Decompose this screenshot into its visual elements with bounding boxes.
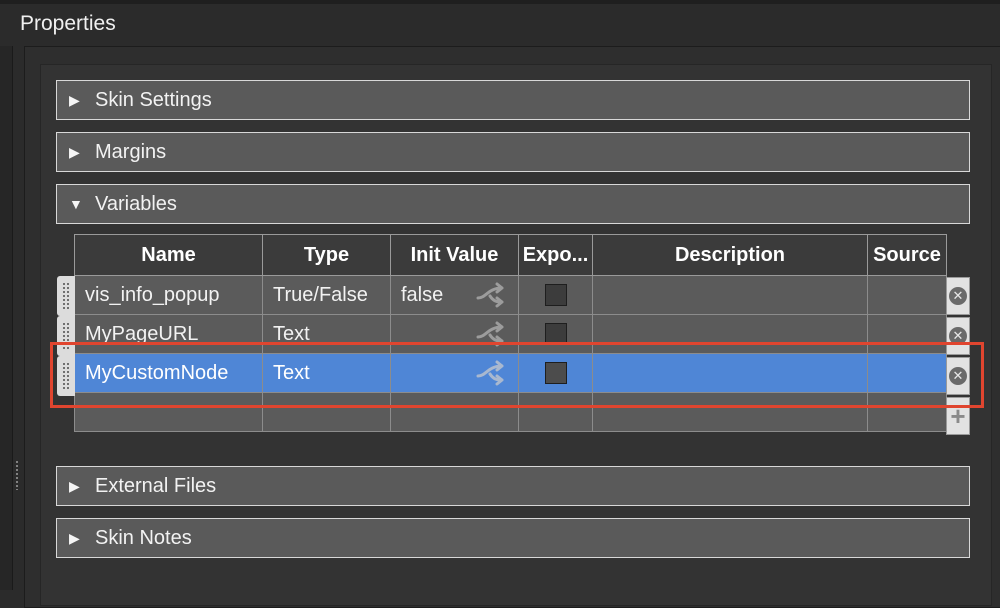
expand-triangle-icon: ▶: [69, 91, 80, 108]
exported-checkbox[interactable]: [544, 362, 567, 385]
remove-row-icon: ✕: [949, 287, 967, 305]
window-top-edge: [0, 0, 1000, 4]
cell-name[interactable]: vis_info_popup: [74, 275, 263, 315]
left-splitter[interactable]: [0, 46, 13, 590]
cell-description[interactable]: [592, 353, 868, 393]
section-label: Variables: [95, 192, 177, 215]
cell-init-value[interactable]: [390, 314, 519, 354]
remove-row-icon: ✕: [949, 367, 967, 385]
cell-name[interactable]: [74, 392, 263, 432]
section-label: External Files: [95, 474, 217, 497]
section-variables[interactable]: ▼ Variables: [56, 184, 970, 224]
table-row-empty[interactable]: [74, 392, 947, 432]
remove-row-button[interactable]: ✕: [946, 357, 970, 395]
cell-init-value[interactable]: [390, 392, 519, 432]
section-skin-settings[interactable]: ▶ Skin Settings: [56, 80, 970, 120]
section-label: Margins: [95, 140, 167, 163]
cell-exported[interactable]: [518, 353, 593, 393]
collapse-triangle-icon: ▼: [69, 196, 83, 212]
expand-triangle-icon: ▶: [69, 477, 80, 494]
cell-exported[interactable]: [518, 275, 593, 315]
cell-name[interactable]: MyPageURL: [74, 314, 263, 354]
drag-handle-icon[interactable]: [57, 356, 75, 396]
section-margins[interactable]: ▶ Margins: [56, 132, 970, 172]
cell-type[interactable]: Text: [262, 353, 391, 393]
panel-title: Properties: [20, 12, 116, 35]
table-header-row: Name Type Init Value Expo... Description…: [74, 234, 947, 276]
section-external-files[interactable]: ▶ External Files: [56, 466, 970, 506]
section-skin-notes[interactable]: ▶ Skin Notes: [56, 518, 970, 558]
remove-row-button[interactable]: ✕: [946, 277, 970, 315]
exported-checkbox[interactable]: [544, 284, 567, 307]
cell-init-value[interactable]: false: [390, 275, 519, 315]
section-label: Skin Settings: [95, 88, 212, 111]
table-row-selected[interactable]: MyCustomNode Text: [74, 353, 947, 393]
cell-source[interactable]: [867, 392, 947, 432]
add-row-button[interactable]: +: [946, 397, 970, 435]
expand-triangle-icon: ▶: [69, 143, 80, 160]
cell-source[interactable]: [867, 275, 947, 315]
add-row-icon: +: [950, 401, 966, 431]
remove-row-button[interactable]: ✕: [946, 317, 970, 355]
cell-exported[interactable]: [518, 314, 593, 354]
exported-checkbox[interactable]: [544, 323, 567, 346]
section-label: Skin Notes: [95, 526, 192, 549]
cell-source[interactable]: [867, 353, 947, 393]
cell-type[interactable]: Text: [262, 314, 391, 354]
cell-exported[interactable]: [518, 392, 593, 432]
column-header-source[interactable]: Source: [867, 234, 947, 276]
variables-table: Name Type Init Value Expo... Description…: [74, 234, 947, 432]
cell-type[interactable]: [262, 392, 391, 432]
cell-description[interactable]: [592, 275, 868, 315]
cell-name[interactable]: MyCustomNode: [74, 353, 263, 393]
cell-type[interactable]: True/False: [262, 275, 391, 315]
cell-source[interactable]: [867, 314, 947, 354]
table-row[interactable]: MyPageURL Text: [74, 314, 947, 354]
cell-description[interactable]: [592, 314, 868, 354]
drag-handle-icon[interactable]: [57, 316, 75, 356]
column-header-exported[interactable]: Expo...: [518, 234, 593, 276]
column-header-type[interactable]: Type: [262, 234, 391, 276]
share-link-icon[interactable]: [476, 321, 510, 347]
share-link-icon[interactable]: [476, 360, 510, 386]
cell-description[interactable]: [592, 392, 868, 432]
splitter-grip-icon[interactable]: [15, 460, 19, 490]
column-header-description[interactable]: Description: [592, 234, 868, 276]
expand-triangle-icon: ▶: [69, 529, 80, 546]
cell-init-value[interactable]: [390, 353, 519, 393]
share-link-icon[interactable]: [476, 282, 510, 308]
remove-row-icon: ✕: [949, 327, 967, 345]
drag-handle-icon[interactable]: [57, 276, 75, 316]
init-value-text: false: [401, 283, 444, 306]
column-header-name[interactable]: Name: [74, 234, 263, 276]
table-row[interactable]: vis_info_popup True/False false: [74, 275, 947, 315]
column-header-init-value[interactable]: Init Value: [390, 234, 519, 276]
